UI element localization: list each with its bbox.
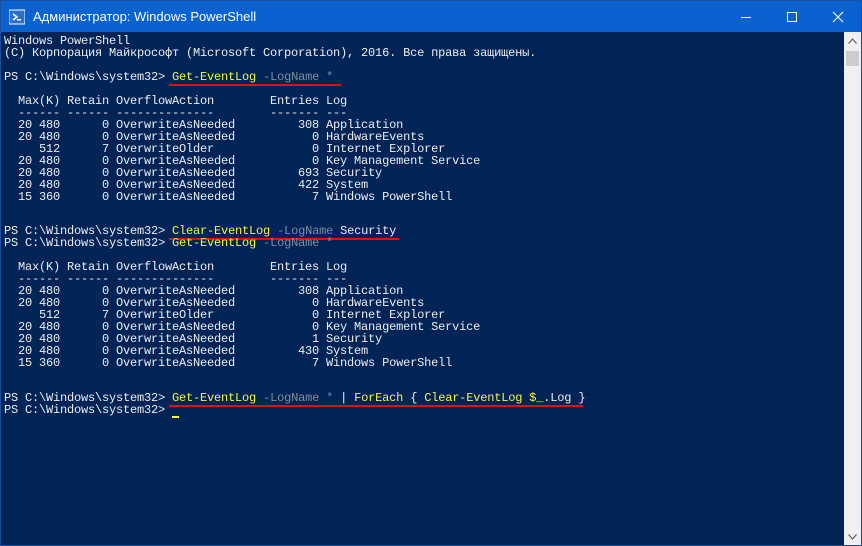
brace-open: { xyxy=(410,391,418,405)
argument: * xyxy=(326,236,334,250)
maximize-button[interactable] xyxy=(769,1,815,32)
scroll-thumb[interactable] xyxy=(846,51,859,66)
table-row: 15 360 0 OverwriteAsNeeded 7 Windows Pow… xyxy=(4,190,453,204)
scroll-up-button[interactable] xyxy=(844,32,861,49)
chevron-down-icon xyxy=(848,533,857,540)
cmdlet: Get-EventLog xyxy=(172,391,257,405)
parameter: -LogName xyxy=(263,391,320,405)
parameter: -LogName xyxy=(263,70,320,84)
minimize-icon xyxy=(741,16,751,18)
argument: Security xyxy=(340,224,397,238)
close-icon xyxy=(832,11,844,22)
text-cursor xyxy=(172,416,179,418)
argument: * xyxy=(326,70,334,84)
minimize-button[interactable] xyxy=(723,1,769,32)
parameter: -LogName xyxy=(263,236,320,250)
brace-close: } xyxy=(578,391,586,405)
cmdlet: Get-EventLog xyxy=(172,236,257,250)
command-line-3: PS C:\Windows\system32> Get-EventLog -Lo… xyxy=(4,237,333,249)
property: .Log xyxy=(543,391,572,405)
banner-line-2: (C) Корпорация Майкрософт (Microsoft Cor… xyxy=(4,46,537,60)
chevron-up-icon xyxy=(848,37,857,44)
console-area[interactable]: Windows PowerShell (C) Корпорация Майкро… xyxy=(1,32,844,545)
foreach-cmdlet: ForEach xyxy=(354,391,404,405)
title-bar[interactable]: Администратор: Windows PowerShell xyxy=(1,1,861,32)
highlight-underline xyxy=(169,84,341,86)
cmdlet: Get-EventLog xyxy=(172,70,257,84)
table-row: 15 360 0 OverwriteAsNeeded 7 Windows Pow… xyxy=(4,356,453,370)
command-line-1: PS C:\Windows\system32> Get-EventLog -Lo… xyxy=(4,71,333,83)
vertical-scrollbar[interactable] xyxy=(844,32,861,545)
close-button[interactable] xyxy=(815,1,861,32)
prompt-line: PS C:\Windows\system32> xyxy=(4,403,173,417)
pipe: | xyxy=(340,391,348,405)
maximize-icon xyxy=(787,11,797,22)
powershell-icon[interactable] xyxy=(8,9,26,25)
powershell-window: Администратор: Windows PowerShell Window… xyxy=(0,0,862,546)
scroll-down-button[interactable] xyxy=(844,528,861,545)
inner-cmdlet: Clear-EventLog xyxy=(424,391,523,405)
prompt: PS C:\Windows\system32> xyxy=(4,236,173,250)
pipeline-variable: $_ xyxy=(529,391,544,405)
highlight-underline xyxy=(169,405,583,407)
argument: * xyxy=(326,391,334,405)
window-title: Администратор: Windows PowerShell xyxy=(33,9,257,24)
prompt: PS C:\Windows\system32> xyxy=(4,70,173,84)
